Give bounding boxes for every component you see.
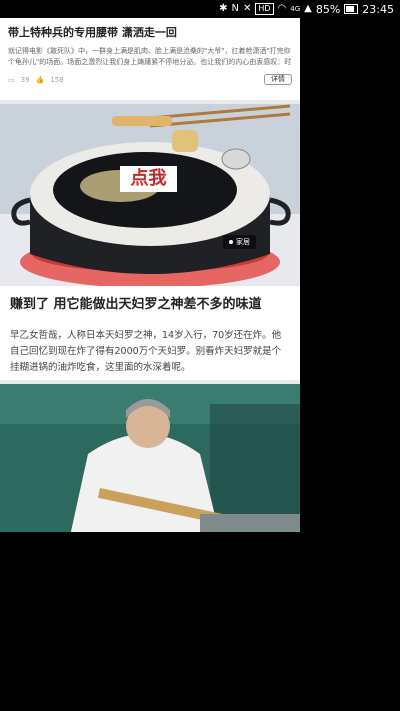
fryer-illustration <box>0 104 300 286</box>
battery-percent: 85% <box>315 2 341 16</box>
battery-icon <box>344 4 359 14</box>
status-bar: ✱ N ✕ HD ◠ 4G ▲ 85% 23:45 <box>0 0 400 18</box>
wifi-icon: ◠ <box>277 3 287 14</box>
feed-screen: 带上特种兵的专用腰带 潇洒走一回 就记得电影《敢死队》中，一群身上满是肌肉、脸上… <box>0 18 300 532</box>
article-title[interactable]: 赚到了 用它能做出天妇罗之神差不多的味道 <box>10 296 290 314</box>
category-tag[interactable]: 家居 <box>223 235 256 249</box>
ad-card[interactable]: 带上特种兵的专用腰带 潇洒走一回 就记得电影《敢死队》中，一群身上满是肌肉、脸上… <box>0 18 300 104</box>
nfc-icon: N <box>231 3 239 14</box>
views-count: 39 <box>20 75 30 84</box>
click-me-badge[interactable]: 点我 <box>120 166 177 192</box>
clock: 23:45 <box>362 2 394 16</box>
likes-count: 158 <box>50 75 64 84</box>
dot-icon <box>229 240 233 244</box>
signal-label: 4G <box>290 5 301 13</box>
ad-title[interactable]: 带上特种兵的专用腰带 潇洒走一回 <box>8 24 292 40</box>
ad-description: 就记得电影《敢死队》中，一群身上满是肌肉、脸上满是沧桑的"大爷"，扛着枪潇洒"打… <box>8 47 292 66</box>
hd-icon: HD <box>255 3 274 15</box>
mute-icon: ✕ <box>242 3 252 14</box>
chef-photo[interactable] <box>0 380 300 532</box>
detail-button[interactable]: 详情 <box>264 74 292 85</box>
comment-icon: ▭ <box>8 75 15 84</box>
article-card[interactable]: 赚到了 用它能做出天妇罗之神差不多的味道 早乙女哲哉，人称日本天妇罗之神，14岁… <box>0 286 300 376</box>
chef-illustration <box>0 384 300 532</box>
hero-image[interactable]: 点我 家居 <box>0 104 300 286</box>
signal-icon: ▲ <box>304 3 312 14</box>
article-body: 早乙女哲哉，人称日本天妇罗之神，14岁入行，70岁还在炸。他自己回忆到现在炸了得… <box>10 330 282 373</box>
bluetooth-icon: ✱ <box>219 3 228 14</box>
category-label: 家居 <box>236 238 250 246</box>
ad-meta: ▭ 39 👍 158 详情 <box>8 74 292 85</box>
like-icon: 👍 <box>35 75 45 84</box>
